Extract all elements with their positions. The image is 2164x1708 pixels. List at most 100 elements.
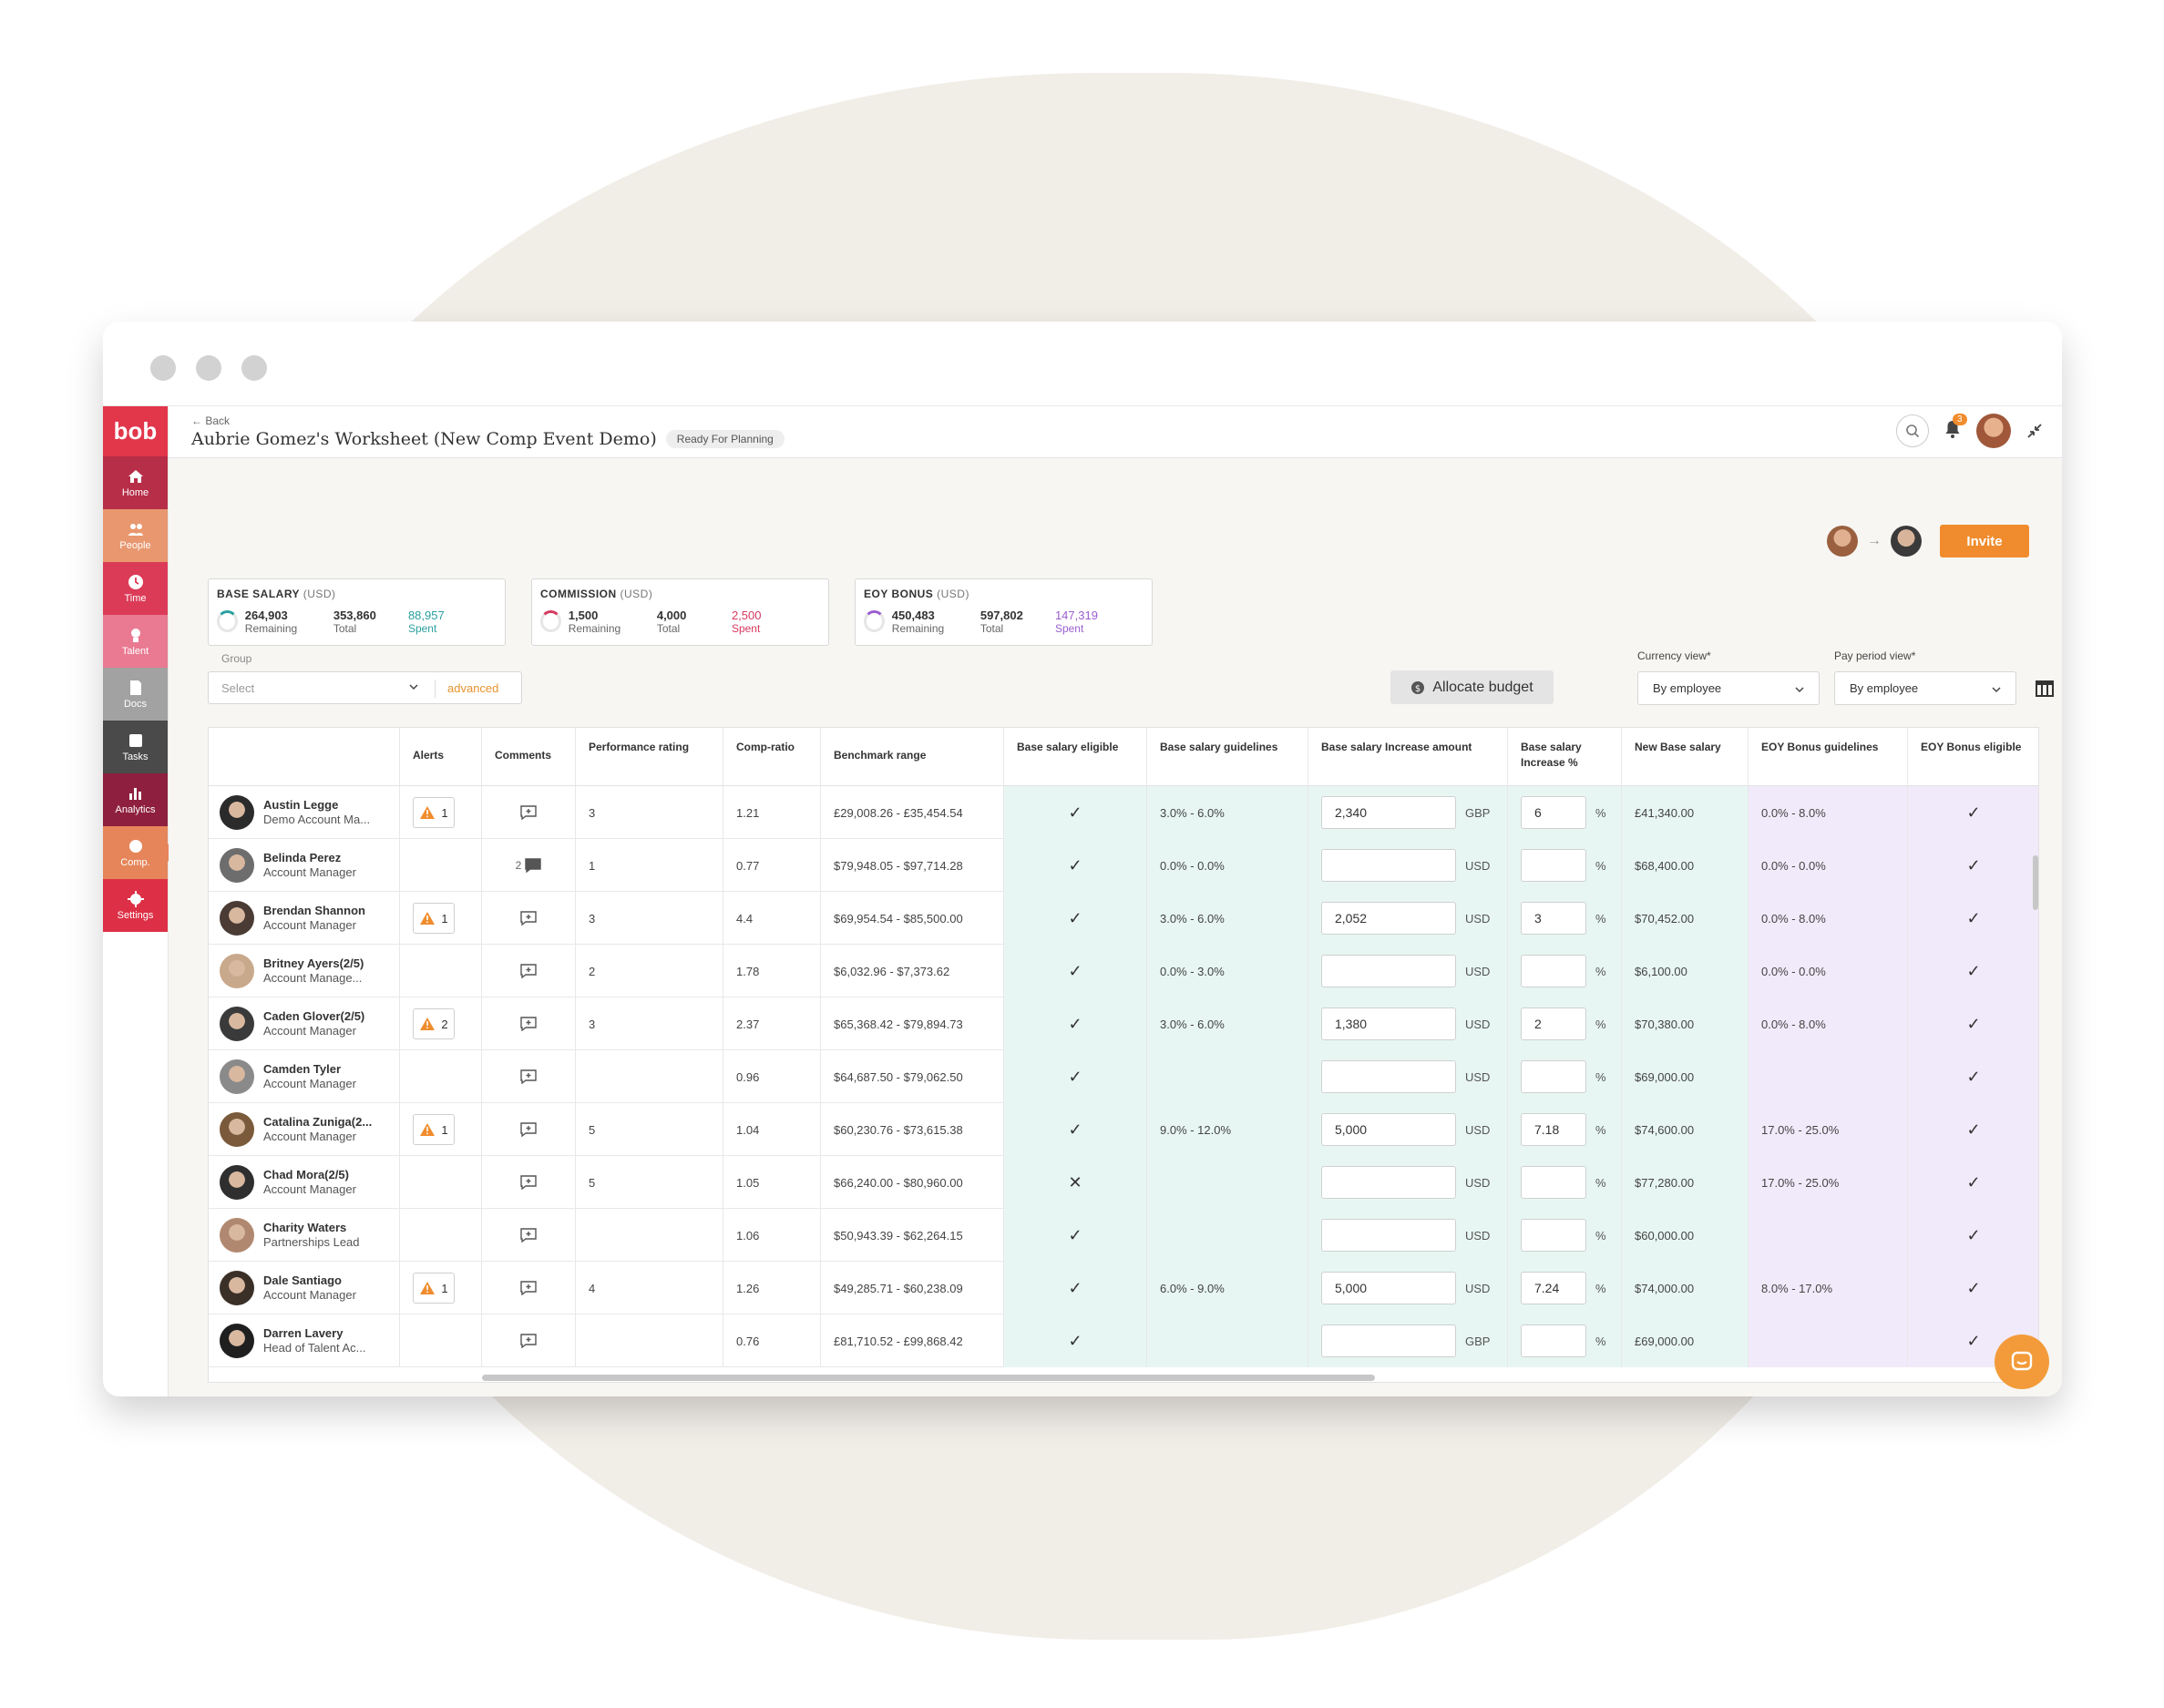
employee-cell[interactable]: Brendan Shannon Account Manager — [209, 892, 400, 945]
user-avatar[interactable] — [1976, 414, 2011, 448]
comment-icon[interactable] — [520, 1017, 537, 1031]
allocate-budget-button[interactable]: $ Allocate budget — [1390, 670, 1554, 704]
table-row[interactable]: Austin Legge Demo Account Ma... 1 3 1.21 £29,… — [209, 786, 2038, 839]
comments-cell[interactable] — [482, 1209, 576, 1262]
sidebar-item-docs[interactable]: Docs — [103, 668, 168, 721]
sidebar-item-comp[interactable]: Comp. — [103, 826, 177, 879]
column-header[interactable]: Base salary guidelines — [1147, 728, 1308, 786]
search-button[interactable] — [1896, 414, 1929, 447]
column-header[interactable]: Alerts — [400, 728, 482, 786]
employee-cell[interactable]: Belinda Perez Account Manager — [209, 839, 400, 892]
comments-cell[interactable] — [482, 1050, 576, 1103]
table-row[interactable]: Dale Santiago Account Manager 1 4 1.26 $49,28… — [209, 1262, 2038, 1314]
employee-cell[interactable]: Caden Glover(2/5) Account Manager — [209, 997, 400, 1050]
employee-cell[interactable]: Camden Tyler Account Manager — [209, 1050, 400, 1103]
comment-icon[interactable] — [525, 858, 542, 873]
increase-amount-input[interactable] — [1321, 1166, 1456, 1199]
invite-button[interactable]: Invite — [1940, 525, 2029, 557]
column-header[interactable]: EOY Bonus eligible — [1908, 728, 2038, 786]
comments-cell[interactable] — [482, 1262, 576, 1314]
increase-pct-input[interactable] — [1521, 955, 1586, 987]
employee-cell[interactable]: Charity Waters Partnerships Lead — [209, 1209, 400, 1262]
alert-badge[interactable]: 1 — [413, 903, 455, 934]
column-header[interactable]: New Base salary — [1622, 728, 1749, 786]
table-row[interactable]: Brendan Shannon Account Manager 1 3 4.4 $69,9… — [209, 892, 2038, 945]
comment-icon[interactable] — [520, 1122, 537, 1137]
window-dot-minimize[interactable] — [196, 355, 221, 381]
column-header[interactable] — [209, 728, 400, 786]
sidebar-item-analytics[interactable]: Analytics — [103, 773, 168, 826]
sidebar-item-home[interactable]: Home — [103, 456, 168, 509]
employee-cell[interactable]: Dale Santiago Account Manager — [209, 1262, 400, 1314]
column-header[interactable]: Base salary Increase % — [1508, 728, 1622, 786]
employee-cell[interactable]: Chad Mora(2/5) Account Manager — [209, 1156, 400, 1209]
comments-cell[interactable] — [482, 892, 576, 945]
comments-cell[interactable] — [482, 1156, 576, 1209]
increase-pct-input[interactable]: 3 — [1521, 902, 1586, 935]
comments-cell[interactable] — [482, 1103, 576, 1156]
alert-badge[interactable]: 1 — [413, 1114, 455, 1145]
increase-amount-input[interactable] — [1321, 1219, 1456, 1252]
increase-amount-input[interactable]: 2,052 — [1321, 902, 1456, 935]
sidebar-item-settings[interactable]: Settings — [103, 879, 168, 932]
comments-cell[interactable] — [482, 997, 576, 1050]
pay-period-dropdown[interactable]: By employee — [1834, 671, 2016, 705]
sidebar-item-tasks[interactable]: Tasks — [103, 721, 168, 773]
alert-badge[interactable]: 1 — [413, 797, 455, 828]
increase-amount-input[interactable] — [1321, 1324, 1456, 1357]
comment-icon[interactable] — [520, 1228, 537, 1243]
employee-cell[interactable]: Catalina Zuniga(2... Account Manager — [209, 1103, 400, 1156]
increase-pct-input[interactable] — [1521, 1060, 1586, 1093]
increase-pct-input[interactable]: 6 — [1521, 796, 1586, 829]
column-header[interactable]: Base salary eligible — [1004, 728, 1147, 786]
increase-amount-input[interactable]: 2,340 — [1321, 796, 1456, 829]
sidebar-item-talent[interactable]: Talent — [103, 615, 168, 668]
alert-badge[interactable]: 2 — [413, 1008, 455, 1039]
increase-amount-input[interactable] — [1321, 955, 1456, 987]
table-row[interactable]: Darren Lavery Head of Talent Ac... 0.76 £81… — [209, 1314, 2038, 1367]
employee-cell[interactable]: Darren Lavery Head of Talent Ac... — [209, 1314, 400, 1367]
table-row[interactable]: Chad Mora(2/5) Account Manager 5 1.05 $66,24… — [209, 1156, 2038, 1209]
increase-pct-input[interactable]: 7.24 — [1521, 1272, 1586, 1304]
table-row[interactable]: Belinda Perez Account Manager 2 1 0.77 $79,94… — [209, 839, 2038, 892]
comments-cell[interactable]: 2 — [482, 839, 576, 892]
sidebar-item-people[interactable]: People — [103, 509, 168, 562]
window-dot-maximize[interactable] — [241, 355, 267, 381]
table-row[interactable]: Catalina Zuniga(2... Account Manager 1 5 1.0… — [209, 1103, 2038, 1156]
increase-pct-input[interactable] — [1521, 1166, 1586, 1199]
comment-icon[interactable] — [520, 1334, 537, 1348]
increase-pct-input[interactable]: 2 — [1521, 1007, 1586, 1040]
vertical-scrollbar[interactable] — [2033, 855, 2038, 910]
alert-badge[interactable]: 1 — [413, 1273, 455, 1304]
column-header[interactable]: Comp-ratio — [723, 728, 821, 786]
increase-amount-input[interactable]: 5,000 — [1321, 1272, 1456, 1304]
horizontal-scrollbar[interactable] — [482, 1375, 1375, 1381]
group-select[interactable]: Select advanced — [208, 671, 522, 704]
increase-amount-input[interactable]: 5,000 — [1321, 1113, 1456, 1146]
increase-amount-input[interactable] — [1321, 849, 1456, 882]
chat-launcher-button[interactable] — [1995, 1335, 2049, 1389]
advanced-link[interactable]: advanced — [447, 681, 498, 695]
comment-icon[interactable] — [520, 1281, 537, 1295]
back-link[interactable]: ← Back — [191, 414, 230, 427]
sidebar-item-time[interactable]: Time — [103, 562, 168, 615]
table-row[interactable]: Caden Glover(2/5) Account Manager 2 3 2.37 $6… — [209, 997, 2038, 1050]
increase-pct-input[interactable] — [1521, 849, 1586, 882]
employee-cell[interactable]: Austin Legge Demo Account Ma... — [209, 786, 400, 839]
column-header[interactable]: Benchmark range — [821, 728, 1004, 786]
comments-cell[interactable] — [482, 1314, 576, 1367]
bob-logo[interactable]: bob — [103, 406, 168, 456]
increase-pct-input[interactable] — [1521, 1219, 1586, 1252]
increase-pct-input[interactable]: 7.18 — [1521, 1113, 1586, 1146]
column-header[interactable]: EOY Bonus guidelines — [1749, 728, 1908, 786]
comments-cell[interactable] — [482, 945, 576, 997]
increase-pct-input[interactable] — [1521, 1324, 1586, 1357]
currency-view-dropdown[interactable]: By employee — [1637, 671, 1820, 705]
comment-icon[interactable] — [520, 1069, 537, 1084]
comment-icon[interactable] — [520, 911, 537, 926]
table-row[interactable]: Britney Ayers(2/5) Account Manage... 2 1.78… — [209, 945, 2038, 997]
table-row[interactable]: Charity Waters Partnerships Lead 1.06 $50,9… — [209, 1209, 2038, 1262]
window-dot-close[interactable] — [150, 355, 176, 381]
comment-icon[interactable] — [520, 1175, 537, 1190]
increase-amount-input[interactable] — [1321, 1060, 1456, 1093]
